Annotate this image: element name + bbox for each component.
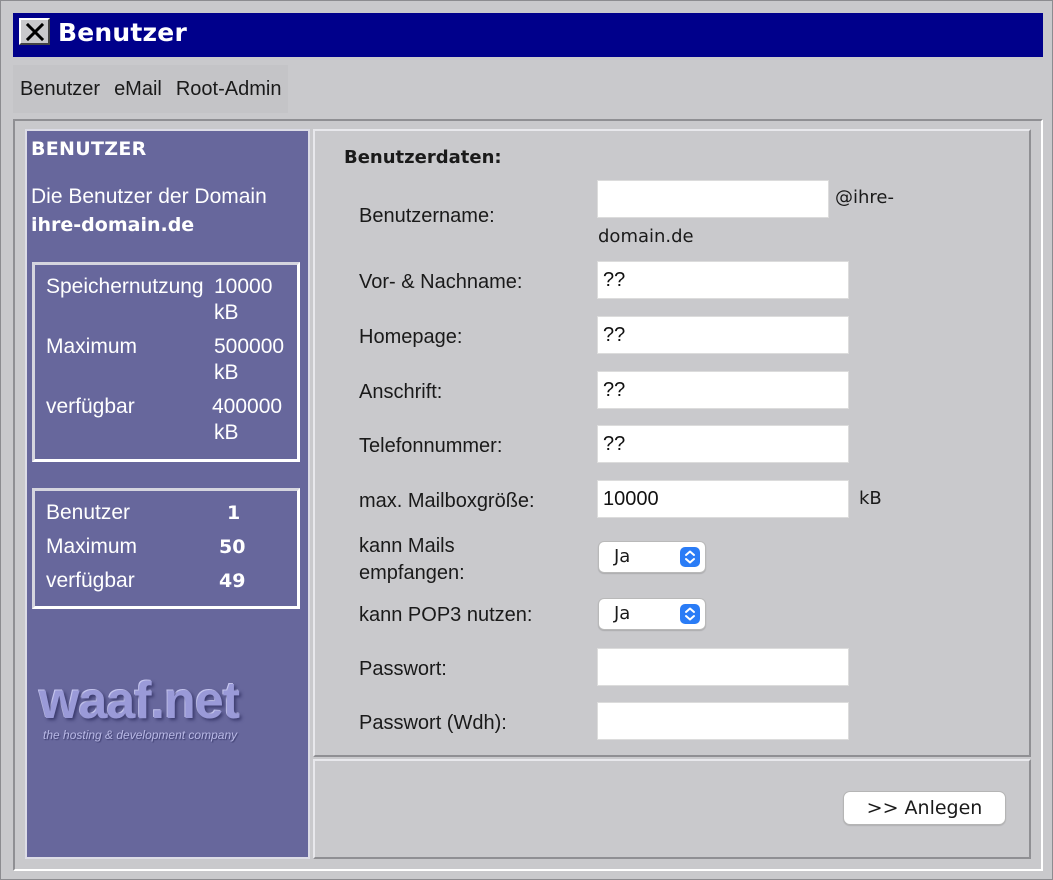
users-maximum-label: Maximum — [46, 535, 138, 558]
username-input[interactable] — [597, 180, 829, 218]
storage-usage-unit: kB — [214, 301, 239, 324]
menu-bar: Benutzer eMail Root-Admin — [13, 65, 289, 113]
users-maximum-value: 50 — [219, 536, 246, 558]
form-heading: Benutzerdaten: — [344, 147, 502, 168]
close-button[interactable] — [19, 18, 50, 45]
phone-input[interactable] — [597, 425, 849, 463]
fullname-input[interactable] — [597, 261, 849, 299]
menu-item-benutzer[interactable]: Benutzer — [13, 65, 108, 113]
title-bar: Benutzer — [13, 13, 1043, 57]
mailbox-size-unit: kB — [859, 488, 882, 509]
pop3-select[interactable]: Ja — [598, 598, 706, 630]
sidebar-heading: BENUTZER — [31, 138, 147, 160]
storage-available-unit: kB — [214, 421, 239, 444]
window-title: Benutzer — [58, 18, 187, 47]
pop3-label: kann POP3 nutzen: — [359, 604, 533, 626]
sidebar: BENUTZER Die Benutzer der Domain ihre-do… — [25, 129, 310, 859]
username-domain-suffix-2: domain.de — [598, 226, 694, 247]
create-button[interactable]: >> Anlegen — [843, 791, 1006, 825]
address-input[interactable] — [597, 371, 849, 409]
menu-item-email[interactable]: eMail — [107, 65, 169, 113]
storage-maximum-value: 500000 — [214, 335, 285, 358]
storage-available-label: verfügbar — [46, 395, 135, 418]
user-stats-box: Benutzer 1 Maximum 50 verfügbar 49 — [32, 488, 300, 609]
pop3-value: Ja — [614, 603, 631, 624]
users-available-label: verfügbar — [46, 569, 135, 592]
homepage-input[interactable] — [597, 316, 849, 354]
mailbox-size-label: max. Mailboxgröße: — [359, 490, 535, 512]
logo-wordmark: waaf.net — [39, 672, 240, 730]
menu-item-root-admin[interactable]: Root-Admin — [168, 65, 289, 113]
waaf-logo: waaf.net the hosting & development compa… — [37, 671, 287, 751]
password-input[interactable] — [597, 648, 849, 686]
address-label: Anschrift: — [359, 381, 443, 403]
storage-stats-box: Speichernutzung 10000 kB Maximum 500000 … — [32, 262, 300, 462]
sidebar-domain: ihre-domain.de — [31, 214, 195, 236]
username-label: Benutzername: — [359, 205, 495, 227]
storage-available-value: 400000 — [212, 395, 283, 418]
storage-maximum-unit: kB — [214, 361, 239, 384]
phone-label: Telefonnummer: — [359, 435, 503, 457]
homepage-label: Homepage: — [359, 326, 463, 348]
benutzer-window: Benutzer Benutzer eMail Root-Admin BENUT… — [0, 0, 1053, 880]
storage-usage-value: 10000 — [214, 275, 273, 298]
password-label: Passwort: — [359, 658, 447, 680]
mailbox-size-input[interactable] — [597, 480, 849, 518]
logo-tagline: the hosting & development company — [43, 728, 238, 742]
receive-mails-label-2: empfangen: — [359, 562, 465, 584]
receive-mails-label-1: kann Mails — [359, 535, 455, 557]
receive-mails-value: Ja — [614, 546, 631, 567]
users-available-value: 49 — [219, 570, 246, 592]
storage-usage-label: Speichernutzung — [46, 275, 204, 298]
close-icon — [25, 22, 44, 41]
users-count-value: 1 — [227, 502, 241, 524]
password-repeat-input[interactable] — [597, 702, 849, 740]
password-repeat-label: Passwort (Wdh): — [359, 712, 507, 734]
storage-maximum-label: Maximum — [46, 335, 138, 358]
receive-mails-select[interactable]: Ja — [598, 541, 706, 573]
sidebar-intro: Die Benutzer der Domain — [31, 185, 267, 208]
username-domain-suffix-1: @ihre- — [835, 187, 894, 208]
users-count-label: Benutzer — [46, 501, 131, 524]
fullname-label: Vor- & Nachname: — [359, 271, 523, 293]
select-arrows-icon — [680, 547, 700, 567]
select-arrows-icon — [680, 604, 700, 624]
